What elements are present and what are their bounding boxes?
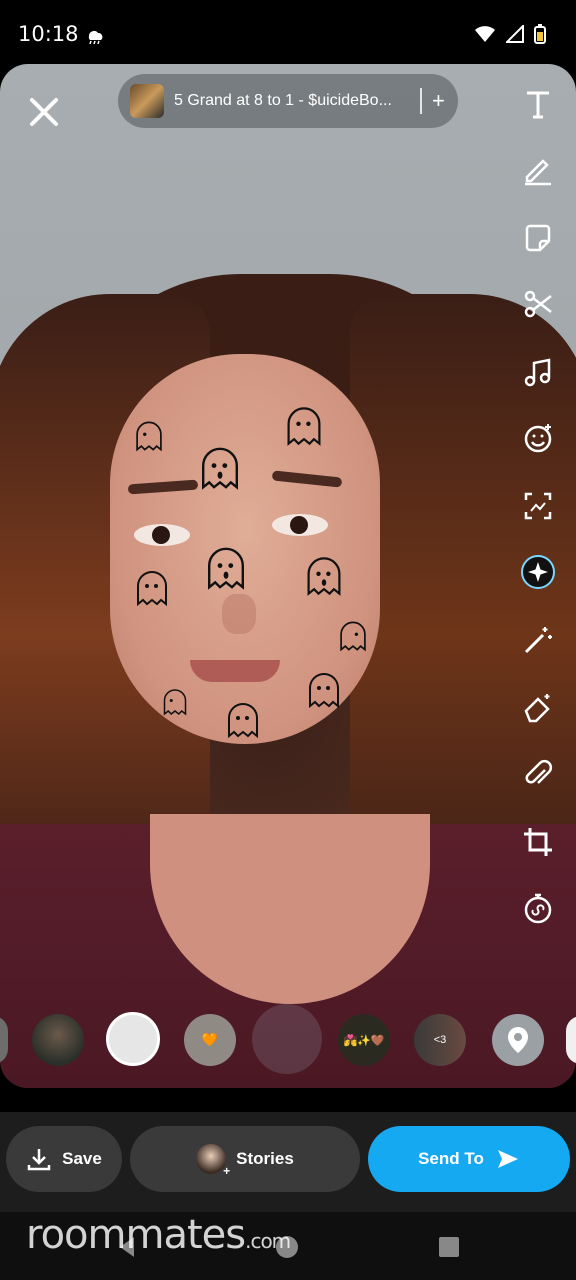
eraser-icon <box>524 694 550 723</box>
ghost-doodle-icon <box>202 447 238 490</box>
carousel-item[interactable] <box>566 1016 576 1064</box>
send-arrow-icon <box>497 1150 518 1168</box>
ghost-doodle-icon <box>136 421 162 452</box>
sticker-tool-button[interactable] <box>518 218 558 258</box>
ghost-doodle-icon <box>340 621 366 652</box>
scan-icon <box>524 492 552 520</box>
text-icon <box>527 91 549 119</box>
bitmoji-avatar: + <box>196 1144 230 1178</box>
system-icons <box>474 24 546 44</box>
save-label: Save <box>62 1149 102 1168</box>
photo-eye <box>134 524 190 546</box>
music-icon <box>524 358 551 387</box>
eraser-tool-button[interactable] <box>518 688 558 728</box>
scissors-tool-button[interactable] <box>518 284 558 324</box>
music-attachment-pill[interactable]: 5 Grand at 8 to 1 - $uicideBo... + <box>118 74 458 128</box>
plus-badge-icon: + <box>223 1164 231 1178</box>
ghost-doodle-icon <box>228 703 258 739</box>
photo-eye <box>272 514 328 536</box>
send-to-button[interactable]: Send To <box>368 1126 570 1192</box>
pill-divider <box>420 88 422 114</box>
ghost-doodle-icon <box>309 673 339 709</box>
carousel-item-heart-text[interactable]: <3 <box>414 1014 466 1066</box>
add-music-button[interactable]: + <box>432 88 445 114</box>
capture-button[interactable] <box>106 1012 160 1066</box>
carousel-item-heart[interactable]: 🧡 <box>184 1014 236 1066</box>
emoji-icon <box>524 424 552 453</box>
album-art-thumbnail <box>130 84 164 118</box>
stories-label: Stories <box>236 1149 294 1168</box>
crop-tool-button[interactable] <box>518 822 558 862</box>
watermark-suffix: .com <box>245 1229 291 1253</box>
signal-icon <box>506 25 524 43</box>
roommates-watermark: roommates.com <box>26 1212 291 1258</box>
carousel-item[interactable] <box>0 1016 8 1064</box>
carousel-item-emoji[interactable]: 💏✨🤎 <box>338 1014 390 1066</box>
ghost-doodle-icon <box>287 407 321 446</box>
snap-preview[interactable]: 5 Grand at 8 to 1 - $uicideBo... + 🧡 💏✨🤎… <box>0 64 576 1088</box>
carousel-item-avatar[interactable] <box>32 1014 84 1066</box>
cloud-weather-icon <box>88 31 103 44</box>
ai-sparkle-icon <box>521 555 555 589</box>
attachment-tool-button[interactable] <box>518 754 558 794</box>
timer-icon <box>524 893 552 924</box>
magic-wand-tool-button[interactable] <box>518 620 558 660</box>
carousel-item-selected[interactable] <box>252 1004 322 1074</box>
filter-carousel[interactable]: 🧡 💏✨🤎 <3 <box>0 1004 576 1076</box>
magic-wand-icon <box>524 627 552 654</box>
draw-tool-button[interactable] <box>518 150 558 190</box>
save-button[interactable]: Save <box>6 1126 122 1192</box>
carousel-chip-text: <3 <box>433 1034 447 1046</box>
song-title: 5 Grand at 8 to 1 - $uicideBo... <box>174 92 392 109</box>
stories-button[interactable]: + Stories <box>130 1126 360 1192</box>
text-tool-button[interactable] <box>518 84 558 124</box>
carousel-chip-text: 💏✨🤎 <box>343 1034 385 1047</box>
battery-icon <box>534 24 546 44</box>
clock: 10:18 <box>18 22 79 46</box>
recents-nav-icon[interactable] <box>438 1236 460 1258</box>
lens-tool-button[interactable] <box>518 418 558 458</box>
status-bar: 10:18 <box>0 0 576 66</box>
scissors-icon <box>524 290 552 318</box>
paperclip-icon <box>525 759 553 784</box>
wifi-icon <box>475 26 495 42</box>
carousel-chip-text: 🧡 <box>201 1032 219 1047</box>
carousel-item-location[interactable] <box>492 1014 544 1066</box>
send-to-label: Send To <box>418 1149 484 1168</box>
ai-tool-button[interactable] <box>518 552 558 592</box>
watermark-brand: roommates <box>26 1212 246 1258</box>
location-pin-icon <box>508 1027 528 1053</box>
ghost-doodle-icon <box>137 571 167 607</box>
music-tool-button[interactable] <box>518 352 558 392</box>
pencil-icon <box>525 159 551 186</box>
ghost-doodle-icon <box>208 547 244 590</box>
photo-nose <box>222 594 256 634</box>
timer-tool-button[interactable] <box>518 888 558 928</box>
scan-tool-button[interactable] <box>518 486 558 526</box>
ghost-doodle-icon <box>307 557 341 596</box>
photo-mouth <box>190 660 280 682</box>
sticker-icon <box>525 224 551 252</box>
ghost-doodle-icon <box>163 689 187 716</box>
crop-icon <box>524 828 552 856</box>
download-icon <box>27 1149 51 1171</box>
close-icon[interactable] <box>24 92 64 132</box>
